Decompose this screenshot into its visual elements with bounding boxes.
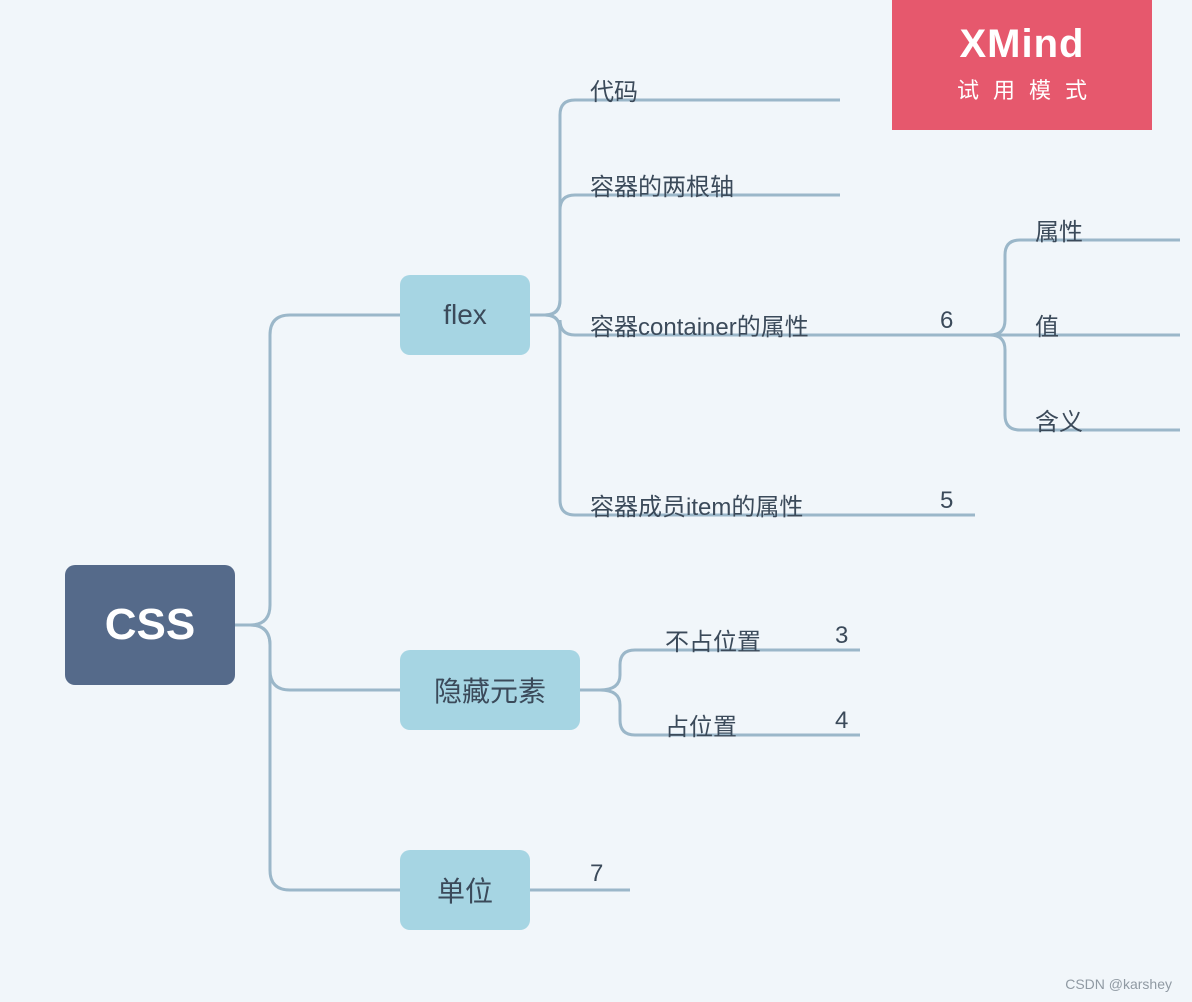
topic-unit-count: 7 bbox=[590, 860, 603, 888]
leaf-value[interactable]: 值 bbox=[1035, 307, 1059, 342]
leaf-item[interactable]: 容器成员item的属性 bbox=[590, 487, 803, 522]
leaf-container[interactable]: 容器container的属性 bbox=[590, 307, 809, 342]
leaf-code[interactable]: 代码 bbox=[590, 72, 638, 107]
topic-flex-label: flex bbox=[443, 299, 487, 331]
topic-unit[interactable]: 单位 bbox=[400, 850, 530, 930]
topic-flex[interactable]: flex bbox=[400, 275, 530, 355]
watermark-mode: 试用模式 bbox=[892, 73, 1152, 105]
leaf-no-occupy-count: 3 bbox=[835, 622, 848, 650]
watermark-brand: XMind bbox=[892, 22, 1152, 67]
leaf-occupy[interactable]: 占位置 bbox=[665, 707, 737, 742]
leaf-attr[interactable]: 属性 bbox=[1035, 212, 1083, 247]
root-label: CSS bbox=[105, 600, 195, 650]
leaf-container-count: 6 bbox=[940, 307, 953, 335]
topic-unit-label: 单位 bbox=[437, 870, 493, 910]
leaf-no-occupy[interactable]: 不占位置 bbox=[665, 622, 761, 657]
topic-hide-element[interactable]: 隐藏元素 bbox=[400, 650, 580, 730]
leaf-meaning[interactable]: 含义 bbox=[1035, 402, 1083, 437]
credit-text: CSDN @karshey bbox=[1065, 976, 1172, 992]
mindmap-canvas: { "watermark":{"brand":"XMind","mode":"试… bbox=[0, 0, 1192, 1002]
topic-hide-label: 隐藏元素 bbox=[434, 670, 546, 710]
watermark-badge: XMind 试用模式 bbox=[892, 0, 1152, 130]
leaf-axes[interactable]: 容器的两根轴 bbox=[590, 167, 734, 202]
leaf-occupy-count: 4 bbox=[835, 707, 848, 735]
root-node-css[interactable]: CSS bbox=[65, 565, 235, 685]
leaf-item-count: 5 bbox=[940, 487, 953, 515]
